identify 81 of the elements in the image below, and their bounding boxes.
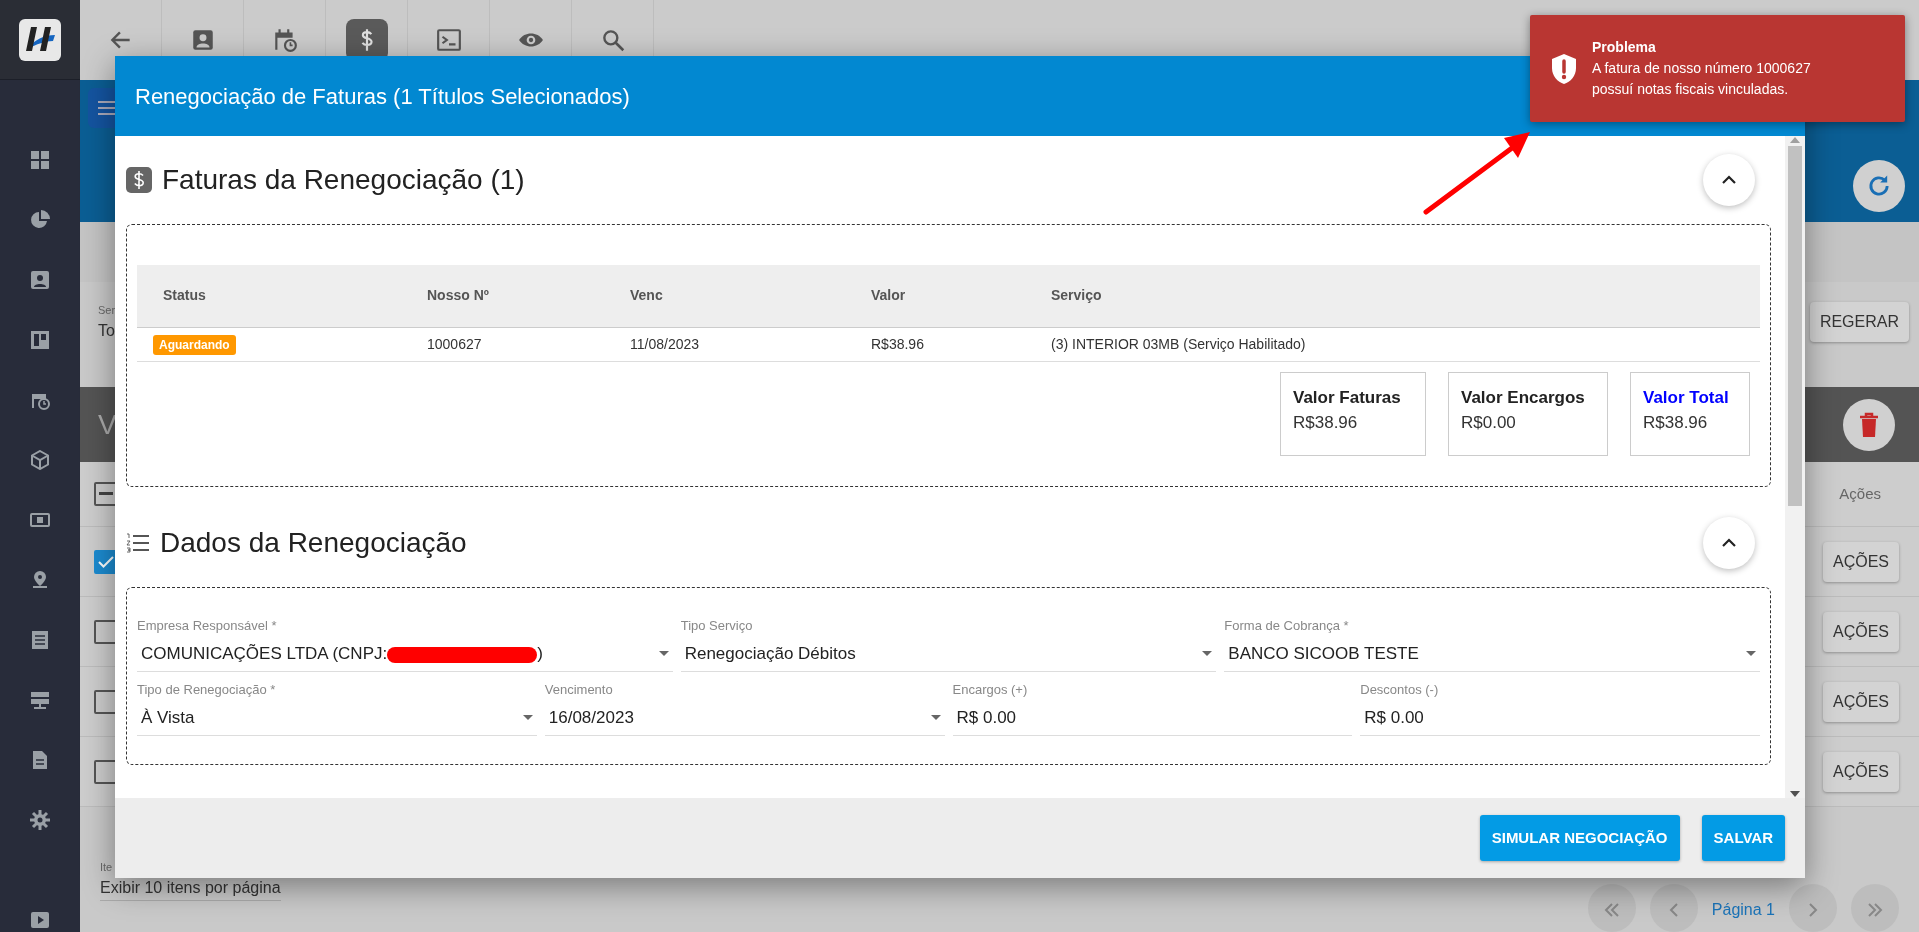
video-icon[interactable] [30, 911, 50, 929]
pie-chart-icon[interactable] [30, 210, 50, 230]
shield-icon [1550, 52, 1578, 85]
toast-message: A fatura de nosso número 1000627 possuí notas fiscais vinculadas. [1592, 59, 1812, 99]
settings-icon[interactable] [30, 810, 50, 830]
regenerate-button[interactable]: REGERAR [1809, 302, 1909, 342]
filter-value: To [98, 320, 116, 341]
total-label: Valor Total [1643, 386, 1730, 409]
total-value: R$38.96 [1643, 412, 1709, 434]
dialog-title: Renegociação de Faturas (1 Títulos Selecionados) [135, 82, 630, 111]
contact-card-icon[interactable] [30, 270, 50, 290]
table-cell: 11/08/2023 [626, 327, 867, 361]
column-header: Venc [626, 265, 867, 327]
logo-icon[interactable] [19, 18, 61, 61]
terminal-icon[interactable] [435, 27, 462, 53]
select-field[interactable]: Renegociação Débitos [680, 637, 1217, 672]
caret-icon [1746, 651, 1756, 657]
numbered-list-icon [126, 531, 150, 554]
chevron-up-icon [1721, 175, 1737, 185]
grid-icon[interactable] [30, 150, 50, 170]
caret-icon [522, 715, 533, 721]
filter-label: Ser [98, 303, 116, 318]
row-checkbox[interactable] [94, 549, 118, 574]
trash-icon [1858, 411, 1880, 438]
caret-icon [658, 651, 669, 657]
actions-button[interactable]: AÇÕES [1823, 541, 1899, 582]
double-chevron-right-icon [1867, 902, 1883, 917]
table-cell: 1000627 [423, 327, 626, 361]
field-label: Empresa Responsável * [137, 616, 278, 635]
select-field[interactable]: À Vista [137, 701, 537, 736]
minus-icon [99, 492, 113, 496]
status-badge: Aguardando [153, 334, 236, 355]
menu-icon [98, 100, 118, 116]
field-label: Tipo Serviço [680, 616, 754, 635]
dollar-icon [126, 167, 152, 193]
scrollbar-thumb[interactable] [1788, 146, 1802, 506]
field-label: Tipo de Renegociação * [137, 680, 277, 699]
input-field[interactable]: R$ 0.00 [952, 701, 1353, 736]
section-title: Dados da Renegociação [160, 525, 467, 560]
total-label: Valor Faturas [1293, 386, 1402, 409]
section-title: V [98, 407, 117, 442]
receipt-icon[interactable] [30, 630, 50, 650]
delete-button[interactable] [1843, 398, 1895, 451]
chevron-up-icon [1721, 537, 1737, 548]
double-chevron-left-icon [1603, 902, 1620, 917]
page-size-label: Ite [100, 860, 114, 875]
chevron-right-icon [1808, 902, 1818, 917]
cube-icon[interactable] [30, 450, 50, 470]
toast-title: Problema [1592, 38, 1657, 57]
caret-icon [930, 715, 941, 721]
refresh-button[interactable] [1853, 160, 1905, 212]
field-label: Vencimento [544, 680, 614, 699]
select-field[interactable]: COMUNICAÇÕES LTDA (CNPJ: ) [137, 637, 673, 672]
server-icon[interactable] [30, 690, 50, 710]
select-field[interactable]: 16/08/2023 [544, 701, 945, 736]
map-pin-icon[interactable] [30, 570, 50, 590]
input-field[interactable]: R$ 0.00 [1360, 701, 1760, 736]
page-label: Página 1 [1711, 900, 1775, 920]
section-title: Faturas da Renegociação (1) [162, 163, 525, 197]
table-cell: (3) INTERIOR 03MB (Serviço Habilitado) [1047, 327, 1760, 361]
board-icon[interactable] [30, 330, 50, 350]
document-icon[interactable] [30, 750, 50, 770]
field-label: Descontos (-) [1360, 680, 1440, 699]
select-field[interactable]: BANCO SICOOB TESTE [1224, 637, 1760, 672]
actions-button[interactable]: AÇÕES [1823, 751, 1899, 792]
total-value: R$38.96 [1293, 412, 1359, 434]
caret-icon [1202, 651, 1213, 657]
actions-button[interactable]: AÇÕES [1823, 611, 1899, 652]
field-label: Encargos (+) [952, 680, 1029, 699]
field-label: Forma de Cobrança * [1224, 616, 1350, 635]
column-header: Serviço [1047, 265, 1760, 327]
chevron-left-icon [1668, 902, 1679, 917]
column-header: Status [137, 265, 423, 327]
column-header: Valor [867, 265, 1047, 327]
table-cell: R$38.96 [867, 327, 1047, 361]
actions-button[interactable]: AÇÕES [1823, 681, 1899, 722]
total-label: Valor Encargos [1461, 386, 1586, 409]
column-header: Nosso Nº [423, 265, 626, 327]
total-value: R$0.00 [1461, 412, 1517, 434]
cash-icon[interactable] [30, 510, 50, 530]
column-header: Ações [1839, 483, 1881, 504]
